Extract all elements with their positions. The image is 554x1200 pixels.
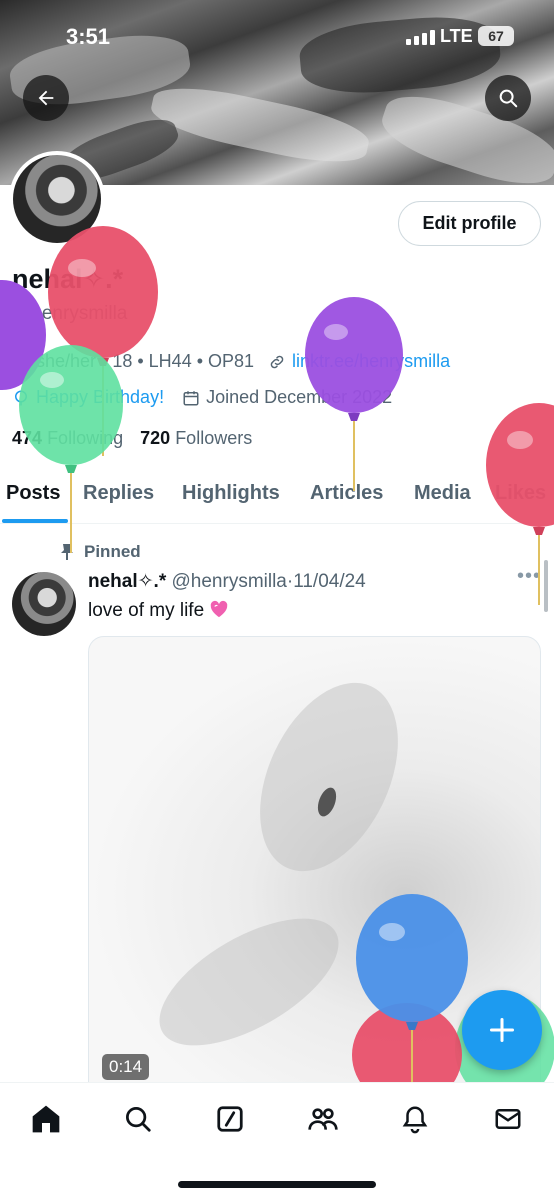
post-text-content: love of my life <box>88 600 205 621</box>
nav-search[interactable] <box>120 1101 156 1137</box>
messages-icon <box>495 1109 521 1129</box>
profile-name: nehal✧.* <box>12 264 124 294</box>
battery-icon: 67 <box>478 26 514 46</box>
video-duration: 0:14 <box>102 1054 150 1080</box>
profile-meta-row-1: she/her • 18 • LH44 • OP81 linktr.ee/hen… <box>12 351 450 372</box>
post-header: nehal✧.* @henrysmilla·11/04/24 <box>88 570 366 593</box>
followers-label: Followers <box>175 428 253 448</box>
edit-profile-button[interactable]: Edit profile <box>398 201 541 246</box>
balloon-red-left <box>48 226 158 456</box>
plus-icon <box>489 1017 515 1043</box>
link-icon <box>270 355 284 368</box>
compose-post-button[interactable] <box>462 990 542 1070</box>
tab-highlights[interactable]: Highlights <box>182 482 280 505</box>
profile-meta-row-2: Happy Birthday! Joined December 2022 <box>12 387 392 408</box>
tab-posts[interactable]: Posts <box>6 482 60 505</box>
scrollbar[interactable] <box>544 560 548 612</box>
status-bar: 3:51 LTE 67 <box>0 0 554 70</box>
profile-tabs: Posts Replies Highlights Articles Media … <box>0 470 554 524</box>
home-icon <box>32 1105 60 1133</box>
profile-link[interactable]: linktr.ee/henrysmilla <box>292 351 450 372</box>
search-icon <box>499 89 518 108</box>
nav-notifications[interactable] <box>397 1101 433 1137</box>
post-text: love of my life <box>88 598 229 622</box>
home-indicator[interactable] <box>178 1181 376 1188</box>
followers-link[interactable]: 720 Followers <box>140 428 252 448</box>
status-time: 3:51 <box>66 24 111 49</box>
following-count: 474 <box>12 428 43 448</box>
profile-handle: @henrysmilla <box>12 303 128 324</box>
profile-avatar[interactable] <box>9 151 105 247</box>
nav-home[interactable] <box>28 1101 64 1137</box>
profile-location: she/her • 18 • LH44 • OP81 <box>36 351 255 371</box>
pin-icon <box>61 544 73 560</box>
post-date[interactable]: 11/04/24 <box>293 571 366 592</box>
following-link[interactable]: 474 Following <box>12 428 123 448</box>
followers-count: 720 <box>140 428 171 448</box>
post-author-handle[interactable]: @henrysmilla <box>172 571 287 592</box>
grok-icon <box>217 1106 243 1132</box>
active-tab-indicator <box>2 519 68 523</box>
birthday-text[interactable]: Happy Birthday! <box>36 387 164 408</box>
post-author-name[interactable]: nehal✧.* <box>88 571 166 592</box>
network-label: LTE <box>440 26 473 46</box>
following-label: Following <box>47 428 124 448</box>
tab-replies[interactable]: Replies <box>83 482 154 505</box>
communities-icon <box>308 1108 338 1130</box>
signal-icon <box>406 29 435 45</box>
heart-emoji-icon <box>211 600 228 618</box>
more-options-icon[interactable]: ••• <box>517 565 541 588</box>
tab-articles[interactable]: Articles <box>310 482 383 505</box>
nav-grok[interactable] <box>212 1101 248 1137</box>
tab-media[interactable]: Media <box>414 482 471 505</box>
pinned-indicator: Pinned <box>60 542 141 562</box>
balloon-icon <box>15 390 27 405</box>
pinned-label: Pinned <box>84 542 141 561</box>
balloon-purple-left <box>0 280 46 390</box>
joined-date: Joined December 2022 <box>206 387 393 407</box>
notifications-icon <box>402 1106 428 1134</box>
location-icon <box>14 353 28 371</box>
back-arrow-icon <box>38 90 54 106</box>
tab-likes[interactable]: Likes <box>495 482 546 505</box>
calendar-icon <box>183 390 199 405</box>
nav-messages[interactable] <box>490 1101 526 1137</box>
search-icon <box>126 1107 151 1132</box>
back-button[interactable] <box>23 75 69 121</box>
search-button[interactable] <box>485 75 531 121</box>
follow-stats: 474 Following 720 Followers <box>12 428 252 449</box>
nav-communities[interactable] <box>305 1101 341 1137</box>
post-author-avatar[interactable] <box>12 572 76 636</box>
